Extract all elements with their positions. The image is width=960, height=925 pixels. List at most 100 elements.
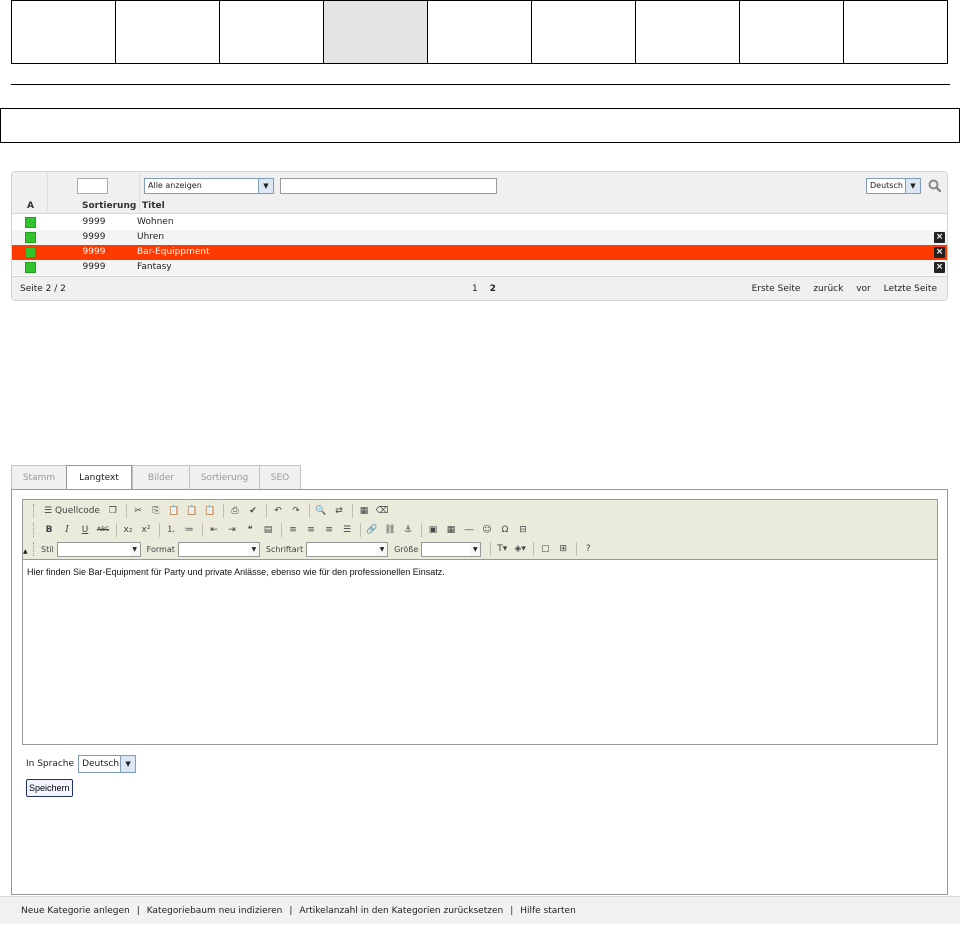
top-tab-2[interactable] (116, 1, 220, 63)
source-button[interactable]: ☰ Quellcode (41, 503, 103, 519)
chevron-down-icon[interactable]: ▼ (129, 542, 140, 556)
delete-icon[interactable]: × (934, 232, 945, 243)
tab-seo[interactable]: SEO (259, 465, 301, 490)
delete-icon[interactable]: × (934, 262, 945, 273)
collapse-toolbar-icon[interactable]: ▲ (23, 548, 31, 558)
reset-article-count-link[interactable]: Artikelanzahl in den Kategorien zurückse… (299, 906, 503, 916)
top-tab-5[interactable] (428, 1, 532, 63)
select-all-icon[interactable]: ▦ (356, 503, 372, 519)
search-icon[interactable] (926, 177, 944, 195)
align-right-icon[interactable]: ≡ (321, 522, 337, 538)
replace-icon[interactable]: ⇄ (331, 503, 347, 519)
status-active-icon[interactable] (25, 262, 36, 273)
print-icon[interactable]: ⎙ (227, 503, 243, 519)
top-tab-4-active[interactable] (324, 1, 428, 63)
bold-icon[interactable]: B (41, 522, 57, 538)
language-filter-select[interactable]: Deutsch ▼ (866, 178, 921, 194)
paste-text-icon[interactable]: 📋 (184, 503, 200, 519)
spellcheck-icon[interactable]: ✔ (245, 503, 261, 519)
bulleted-list-icon[interactable]: ≔ (181, 522, 197, 538)
new-category-link[interactable]: Neue Kategorie anlegen (21, 906, 130, 916)
show-blocks-icon[interactable]: ⊞ (555, 541, 571, 557)
horizontal-rule-icon[interactable]: ― (461, 522, 477, 538)
tab-bilder[interactable]: Bilder (132, 465, 189, 490)
numbered-list-icon[interactable]: ⒈ (163, 522, 179, 538)
delete-icon[interactable]: × (934, 247, 945, 258)
style-select[interactable]: ▼ (56, 541, 141, 557)
status-active-icon[interactable] (25, 247, 36, 258)
subscript-icon[interactable]: x₂ (120, 522, 136, 538)
superscript-icon[interactable]: x² (138, 522, 154, 538)
next-page-link[interactable]: vor (856, 284, 871, 294)
chevron-down-icon[interactable]: ▼ (120, 756, 136, 772)
templates-icon[interactable]: ❐ (105, 503, 121, 519)
blockquote-icon[interactable]: ❝ (242, 522, 258, 538)
paste-icon[interactable]: 📋 (166, 503, 182, 519)
page-break-icon[interactable]: ⊟ (515, 522, 531, 538)
first-page-link[interactable]: Erste Seite (752, 284, 801, 294)
help-icon[interactable]: ? (580, 541, 596, 557)
anchor-icon[interactable]: ⚓ (400, 522, 416, 538)
paste-word-icon[interactable]: 📋 (202, 503, 218, 519)
background-color-icon[interactable]: ◈▾ (512, 541, 528, 557)
chevron-down-icon[interactable]: ▼ (248, 542, 259, 556)
chevron-down-icon[interactable]: ▼ (905, 179, 920, 193)
top-tab-3[interactable] (220, 1, 324, 63)
tab-langtext[interactable]: Langtext (66, 465, 132, 491)
reindex-tree-link[interactable]: Kategoriebaum neu indizieren (147, 906, 283, 916)
top-tab-1[interactable] (12, 1, 116, 63)
font-select[interactable]: ▼ (306, 541, 389, 557)
chevron-down-icon[interactable]: ▼ (470, 542, 481, 556)
find-icon[interactable]: 🔍 (313, 503, 329, 519)
copy-icon[interactable]: ⎘ (148, 503, 164, 519)
unlink-icon[interactable]: ⛓ (382, 522, 398, 538)
indent-icon[interactable]: ⇥ (224, 522, 240, 538)
top-tab-6[interactable] (532, 1, 636, 63)
align-center-icon[interactable]: ≡ (303, 522, 319, 538)
table-icon[interactable]: ▦ (443, 522, 459, 538)
italic-icon[interactable]: I (59, 522, 75, 538)
format-select[interactable]: ▼ (177, 541, 260, 557)
tab-sortierung[interactable]: Sortierung (189, 465, 259, 490)
align-left-icon[interactable]: ≡ (285, 522, 301, 538)
link-icon[interactable]: 🔗 (364, 522, 380, 538)
filter-select[interactable]: Alle anzeigen ▼ (144, 178, 274, 194)
page-link-current[interactable]: 2 (490, 284, 496, 294)
top-tab-7[interactable] (636, 1, 740, 63)
text-color-icon[interactable]: T▾ (494, 541, 510, 557)
top-tab-9[interactable] (844, 1, 947, 63)
help-link[interactable]: Hilfe starten (520, 906, 576, 916)
previous-page-link[interactable]: zurück (813, 284, 843, 294)
table-row[interactable]: 9999 Uhren × (12, 230, 947, 245)
column-a-label[interactable]: A (27, 201, 34, 211)
image-icon[interactable]: ▣ (425, 522, 441, 538)
align-justify-icon[interactable]: ☰ (339, 522, 355, 538)
language-select[interactable]: Deutsch ▼ (78, 755, 137, 773)
smiley-icon[interactable]: ☺ (479, 522, 495, 538)
table-row[interactable]: 9999 Wohnen (12, 215, 947, 230)
div-container-icon[interactable]: ▤ (260, 522, 276, 538)
sort-filter-input[interactable] (77, 178, 108, 194)
page-link[interactable]: 1 (472, 284, 478, 294)
status-active-icon[interactable] (25, 217, 36, 228)
cut-icon[interactable]: ✂ (130, 503, 146, 519)
redo-icon[interactable]: ↷ (288, 503, 304, 519)
undo-icon[interactable]: ↶ (270, 503, 286, 519)
column-sort-label[interactable]: Sortierung (82, 201, 136, 211)
save-button[interactable]: Speichern (26, 779, 73, 797)
table-row-selected[interactable]: 9999 Bar-Equippment × (12, 245, 947, 260)
strikethrough-icon[interactable]: ABC (95, 522, 111, 538)
editor-content[interactable]: Hier finden Sie Bar-Equipment für Party … (23, 561, 937, 745)
chevron-down-icon[interactable]: ▼ (258, 179, 273, 193)
top-tab-8[interactable] (740, 1, 844, 63)
tab-stamm[interactable]: Stamm (11, 465, 66, 490)
column-title-label[interactable]: Titel (142, 201, 165, 211)
size-select[interactable]: ▼ (421, 541, 482, 557)
chevron-down-icon[interactable]: ▼ (377, 542, 388, 556)
special-char-icon[interactable]: Ω (497, 522, 513, 538)
last-page-link[interactable]: Letzte Seite (884, 284, 937, 294)
title-filter-input[interactable] (280, 178, 497, 194)
outdent-icon[interactable]: ⇤ (206, 522, 222, 538)
table-row[interactable]: 9999 Fantasy × (12, 260, 947, 275)
maximize-icon[interactable]: ▢ (537, 541, 553, 557)
